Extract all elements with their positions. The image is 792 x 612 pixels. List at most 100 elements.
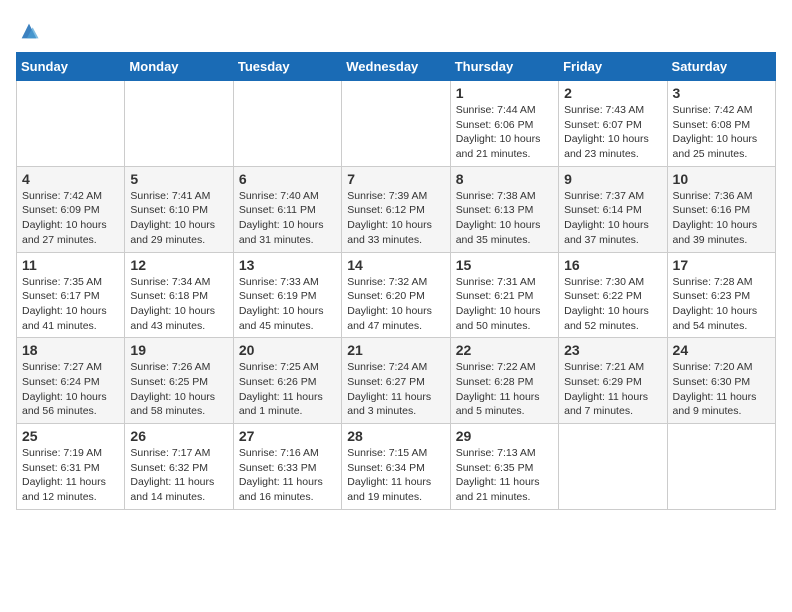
day-number: 12 [130,257,227,273]
calendar-day-cell: 25 Sunrise: 7:19 AM Sunset: 6:31 PM Dayli… [17,424,125,510]
day-number: 22 [456,342,553,358]
day-info: Sunrise: 7:25 AM Sunset: 6:26 PM Dayligh… [239,360,336,419]
day-number: 18 [22,342,119,358]
calendar-day-cell: 7 Sunrise: 7:39 AM Sunset: 6:12 PM Daylig… [342,166,450,252]
day-info: Sunrise: 7:19 AM Sunset: 6:31 PM Dayligh… [22,446,119,505]
day-info: Sunrise: 7:21 AM Sunset: 6:29 PM Dayligh… [564,360,661,419]
day-info: Sunrise: 7:35 AM Sunset: 6:17 PM Dayligh… [22,275,119,334]
calendar-day-cell: 29 Sunrise: 7:13 AM Sunset: 6:35 PM Dayli… [450,424,558,510]
day-info: Sunrise: 7:37 AM Sunset: 6:14 PM Dayligh… [564,189,661,248]
day-info: Sunrise: 7:44 AM Sunset: 6:06 PM Dayligh… [456,103,553,162]
day-number: 13 [239,257,336,273]
weekday-header-cell: Saturday [667,53,775,81]
weekday-header-cell: Friday [559,53,667,81]
day-info: Sunrise: 7:13 AM Sunset: 6:35 PM Dayligh… [456,446,553,505]
day-number: 17 [673,257,770,273]
calendar-day-cell: 16Sunrise: 7:30 AM Sunset: 6:22 PM Dayli… [559,252,667,338]
calendar-day-cell: 22 Sunrise: 7:22 AM Sunset: 6:28 PM Dayli… [450,338,558,424]
day-number: 27 [239,428,336,444]
day-number: 24 [673,342,770,358]
day-info: Sunrise: 7:32 AM Sunset: 6:20 PM Dayligh… [347,275,444,334]
calendar-week-row: 4 Sunrise: 7:42 AM Sunset: 6:09 PM Daylig… [17,166,776,252]
day-info: Sunrise: 7:42 AM Sunset: 6:08 PM Dayligh… [673,103,770,162]
calendar-day-cell: 6 Sunrise: 7:40 AM Sunset: 6:11 PM Daylig… [233,166,341,252]
calendar-day-cell [342,81,450,167]
day-number: 6 [239,171,336,187]
logo-icon [18,20,40,42]
calendar-day-cell [667,424,775,510]
calendar-day-cell: 5Sunrise: 7:41 AM Sunset: 6:10 PM Daylig… [125,166,233,252]
day-info: Sunrise: 7:22 AM Sunset: 6:28 PM Dayligh… [456,360,553,419]
calendar-day-cell: 23 Sunrise: 7:21 AM Sunset: 6:29 PM Dayli… [559,338,667,424]
day-info: Sunrise: 7:33 AM Sunset: 6:19 PM Dayligh… [239,275,336,334]
calendar-day-cell: 1 Sunrise: 7:44 AM Sunset: 6:06 PM Daylig… [450,81,558,167]
weekday-header-cell: Sunday [17,53,125,81]
calendar: SundayMondayTuesdayWednesdayThursdayFrid… [16,52,776,510]
day-number: 8 [456,171,553,187]
calendar-week-row: 11 Sunrise: 7:35 AM Sunset: 6:17 PM Dayli… [17,252,776,338]
calendar-week-row: 1 Sunrise: 7:44 AM Sunset: 6:06 PM Daylig… [17,81,776,167]
day-info: Sunrise: 7:40 AM Sunset: 6:11 PM Dayligh… [239,189,336,248]
day-number: 25 [22,428,119,444]
day-number: 2 [564,85,661,101]
calendar-day-cell: 10 Sunrise: 7:36 AM Sunset: 6:16 PM Dayli… [667,166,775,252]
day-info: Sunrise: 7:26 AM Sunset: 6:25 PM Dayligh… [130,360,227,419]
calendar-day-cell [233,81,341,167]
day-info: Sunrise: 7:31 AM Sunset: 6:21 PM Dayligh… [456,275,553,334]
calendar-day-cell: 17 Sunrise: 7:28 AM Sunset: 6:23 PM Dayli… [667,252,775,338]
day-info: Sunrise: 7:27 AM Sunset: 6:24 PM Dayligh… [22,360,119,419]
logo [16,20,40,42]
calendar-day-cell: 13 Sunrise: 7:33 AM Sunset: 6:19 PM Dayli… [233,252,341,338]
day-info: Sunrise: 7:42 AM Sunset: 6:09 PM Dayligh… [22,189,119,248]
day-number: 21 [347,342,444,358]
header [16,16,776,42]
day-number: 28 [347,428,444,444]
day-number: 5 [130,171,227,187]
day-number: 9 [564,171,661,187]
day-info: Sunrise: 7:17 AM Sunset: 6:32 PM Dayligh… [130,446,227,505]
calendar-day-cell: 28 Sunrise: 7:15 AM Sunset: 6:34 PM Dayli… [342,424,450,510]
day-info: Sunrise: 7:20 AM Sunset: 6:30 PM Dayligh… [673,360,770,419]
calendar-day-cell: 24 Sunrise: 7:20 AM Sunset: 6:30 PM Dayli… [667,338,775,424]
day-number: 1 [456,85,553,101]
day-number: 14 [347,257,444,273]
weekday-header: SundayMondayTuesdayWednesdayThursdayFrid… [17,53,776,81]
day-info: Sunrise: 7:16 AM Sunset: 6:33 PM Dayligh… [239,446,336,505]
calendar-day-cell [17,81,125,167]
day-number: 20 [239,342,336,358]
calendar-day-cell: 12 Sunrise: 7:34 AM Sunset: 6:18 PM Dayli… [125,252,233,338]
weekday-header-cell: Wednesday [342,53,450,81]
calendar-day-cell: 21 Sunrise: 7:24 AM Sunset: 6:27 PM Dayli… [342,338,450,424]
day-number: 29 [456,428,553,444]
calendar-day-cell: 11 Sunrise: 7:35 AM Sunset: 6:17 PM Dayli… [17,252,125,338]
calendar-day-cell: 14 Sunrise: 7:32 AM Sunset: 6:20 PM Dayli… [342,252,450,338]
day-number: 23 [564,342,661,358]
day-info: Sunrise: 7:28 AM Sunset: 6:23 PM Dayligh… [673,275,770,334]
weekday-header-cell: Monday [125,53,233,81]
weekday-header-cell: Thursday [450,53,558,81]
day-info: Sunrise: 7:34 AM Sunset: 6:18 PM Dayligh… [130,275,227,334]
day-info: Sunrise: 7:39 AM Sunset: 6:12 PM Dayligh… [347,189,444,248]
calendar-body: 1 Sunrise: 7:44 AM Sunset: 6:06 PM Daylig… [17,81,776,510]
day-number: 11 [22,257,119,273]
day-number: 3 [673,85,770,101]
day-number: 26 [130,428,227,444]
calendar-day-cell: 26 Sunrise: 7:17 AM Sunset: 6:32 PM Dayli… [125,424,233,510]
day-info: Sunrise: 7:24 AM Sunset: 6:27 PM Dayligh… [347,360,444,419]
calendar-day-cell: 9 Sunrise: 7:37 AM Sunset: 6:14 PM Daylig… [559,166,667,252]
day-number: 7 [347,171,444,187]
calendar-day-cell: 2Sunrise: 7:43 AM Sunset: 6:07 PM Daylig… [559,81,667,167]
day-number: 10 [673,171,770,187]
calendar-day-cell: 8 Sunrise: 7:38 AM Sunset: 6:13 PM Daylig… [450,166,558,252]
calendar-day-cell: 20 Sunrise: 7:25 AM Sunset: 6:26 PM Dayli… [233,338,341,424]
day-info: Sunrise: 7:36 AM Sunset: 6:16 PM Dayligh… [673,189,770,248]
day-info: Sunrise: 7:38 AM Sunset: 6:13 PM Dayligh… [456,189,553,248]
calendar-day-cell: 15Sunrise: 7:31 AM Sunset: 6:21 PM Dayli… [450,252,558,338]
calendar-day-cell [125,81,233,167]
day-info: Sunrise: 7:15 AM Sunset: 6:34 PM Dayligh… [347,446,444,505]
day-number: 19 [130,342,227,358]
calendar-day-cell: 4 Sunrise: 7:42 AM Sunset: 6:09 PM Daylig… [17,166,125,252]
weekday-header-cell: Tuesday [233,53,341,81]
calendar-day-cell: 18 Sunrise: 7:27 AM Sunset: 6:24 PM Dayli… [17,338,125,424]
day-number: 4 [22,171,119,187]
